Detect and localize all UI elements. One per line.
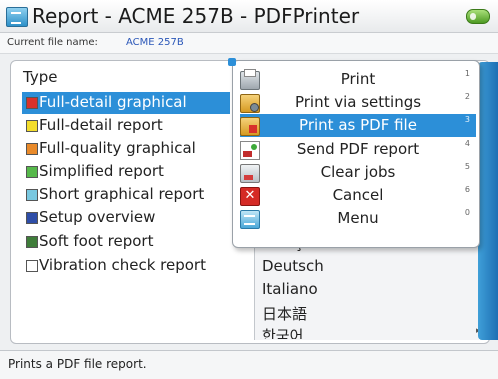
battery-icon [466,9,490,24]
menu-item-label: Menu [337,209,379,227]
menu-item-menu[interactable]: Menu 0 [240,207,476,230]
color-swatch [26,143,38,155]
menu-shortcut: 0 [464,208,470,217]
menu-item-print-via-settings[interactable]: Print via settings 2 [240,91,476,114]
menu-item-print[interactable]: Print 1 [240,68,476,91]
type-heading: Type [23,68,58,86]
pdf-file-icon [240,117,260,136]
color-swatch [26,260,38,272]
file-name-value: ACME 257B [126,37,184,48]
send-report-icon [240,141,260,160]
type-item-label: Full-detail report [39,116,163,134]
type-item-label: Full-quality graphical [39,139,196,157]
color-swatch [26,120,38,132]
menu-item-print-as-pdf-file[interactable]: Print as PDF file 3 [240,114,476,137]
color-swatch [26,189,38,201]
color-swatch [26,236,38,248]
type-item-label: Full-detail graphical [39,93,187,111]
clear-jobs-icon [240,164,260,183]
type-item-label: Short graphical report [39,185,205,203]
title-bar: Report - ACME 257B - PDFPrinter [0,0,498,33]
status-bar: Prints a PDF file report. [0,350,498,379]
color-swatch [26,97,38,109]
menu-shortcut: 4 [464,139,470,148]
pdf-printer-app-icon [6,7,28,27]
menu-shortcut: 6 [464,185,470,194]
file-name-bar: Current file name: ACME 257B [0,33,498,54]
type-item-full-quality-graphical[interactable]: Full-quality graphical [22,138,230,160]
menu-shortcut: 1 [464,69,470,78]
language-item-deutsch[interactable]: Deutsch [262,257,324,275]
printer-icon [240,69,260,90]
menu-shortcut: 3 [464,115,470,124]
type-item-soft-foot-report[interactable]: Soft foot report [22,231,230,253]
type-item-label: Vibration check report [39,256,206,274]
menu-item-label: Send PDF report [296,140,420,158]
type-item-short-graphical-report[interactable]: Short graphical report [22,184,230,206]
menu-shortcut: 5 [464,162,470,171]
screen: Report - ACME 257B - PDFPrinter Current … [0,0,498,379]
menu-item-clear-jobs[interactable]: Clear jobs 5 [240,161,476,184]
window-title: Report - ACME 257B - PDFPrinter [32,4,360,28]
side-panel-tab[interactable] [478,62,498,340]
menu-item-cancel[interactable]: ✕ Cancel 6 [240,184,476,207]
type-item-setup-overview[interactable]: Setup overview [22,207,230,229]
menu-anchor-handle [228,58,236,66]
file-name-label: Current file name: [7,37,98,48]
type-item-simplified-report[interactable]: Simplified report [22,161,230,183]
menu-item-send-pdf-report[interactable]: Send PDF report 4 [240,138,476,161]
type-item-label: Simplified report [39,162,164,180]
type-item-label: Setup overview [39,208,156,226]
type-item-vibration-check-report[interactable]: Vibration check report [22,255,230,277]
language-item-japanese[interactable]: 日本語 [262,303,307,324]
color-swatch [26,166,38,178]
menu-item-label: Cancel [332,186,384,204]
language-item-italiano[interactable]: Italiano [262,280,318,298]
menu-shortcut: 2 [464,92,470,101]
cancel-icon: ✕ [240,187,260,206]
type-item-full-detail-report[interactable]: Full-detail report [22,115,230,137]
menu-item-label: Clear jobs [320,163,396,181]
menu-item-label: Print [340,70,376,88]
type-item-full-detail-graphical[interactable]: Full-detail graphical [22,92,230,114]
menu-item-label: Print as PDF file [299,116,417,134]
language-item-korean[interactable]: 한국어 [262,325,303,339]
status-text: Prints a PDF file report. [8,357,147,371]
print-settings-icon [240,94,260,113]
type-item-label: Soft foot report [39,232,154,250]
menu-item-label: Print via settings [294,93,422,111]
menu-icon [240,210,260,229]
color-swatch [26,212,38,224]
